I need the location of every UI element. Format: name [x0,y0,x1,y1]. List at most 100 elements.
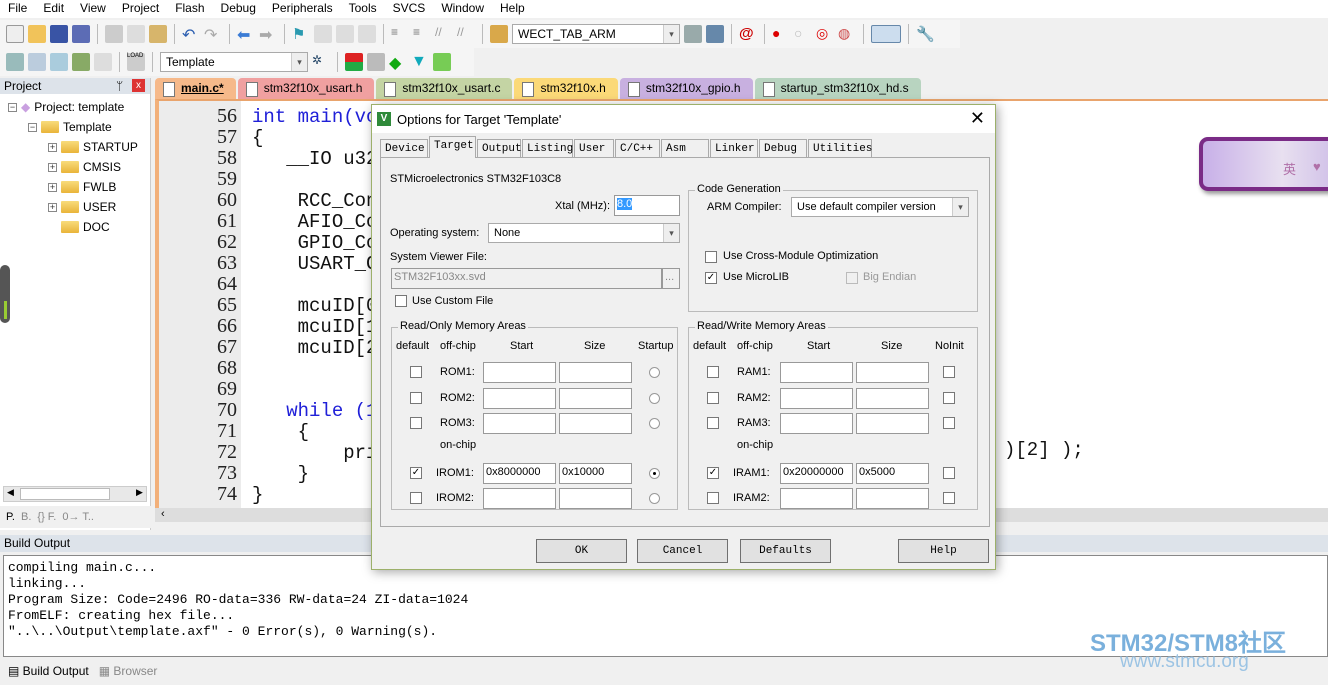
menu-debug[interactable]: Debug [213,0,264,18]
default-checkbox[interactable] [410,417,422,429]
default-checkbox[interactable] [707,492,719,504]
close-icon[interactable]: ✕ [970,108,985,129]
prev-bookmark-icon[interactable] [314,25,332,43]
start-input[interactable]: 0x8000000 [483,463,556,484]
tab-cc[interactable]: C/C++ [615,139,660,157]
start-input[interactable] [780,413,853,434]
chevron-down-icon[interactable]: ▾ [952,198,968,216]
big-endian-checkbox[interactable] [846,272,858,284]
startup-radio[interactable] [649,367,660,378]
tree-item-target[interactable]: − Template [28,120,112,134]
menu-edit[interactable]: Edit [35,0,72,18]
menu-peripherals[interactable]: Peripherals [264,0,341,18]
size-input[interactable] [559,488,632,509]
tab-books[interactable]: B. [21,511,31,523]
custom-file-checkbox[interactable] [395,295,407,307]
target-options-icon[interactable]: ✲ [312,53,330,71]
menu-file[interactable]: File [0,0,35,18]
menu-svcs[interactable]: SVCS [385,0,434,18]
expand-icon[interactable]: + [48,162,57,172]
find-combo[interactable]: WECT_TAB_ARM ▾ [512,24,680,44]
next-bookmark-icon[interactable] [336,25,354,43]
run-time-env-icon[interactable] [433,53,451,71]
tab-device[interactable]: Device [380,139,428,157]
default-checkbox[interactable]: ✓ [410,467,422,479]
manage-components-icon[interactable] [345,53,363,71]
chevron-down-icon[interactable]: ▾ [291,53,307,71]
tab-project[interactable]: P. [6,511,15,523]
default-checkbox[interactable]: ✓ [707,467,719,479]
build-icon[interactable] [28,53,46,71]
menu-window[interactable]: Window [433,0,492,18]
start-input[interactable] [483,388,556,409]
download-icon[interactable]: LOAD [127,53,145,71]
tab-linker[interactable]: Linker [710,139,758,157]
tree-item-group[interactable]: + USER [48,200,116,214]
save-icon[interactable] [50,25,68,43]
breakpoint-icon[interactable]: ● [772,25,790,43]
default-checkbox[interactable] [707,417,719,429]
scroll-left-icon[interactable]: ‹ [161,508,165,520]
help-button[interactable]: Help [898,539,989,563]
startup-radio[interactable] [649,468,660,479]
pack-installer-icon[interactable]: ◆ [389,53,407,72]
size-input[interactable]: 0x10000 [559,463,632,484]
kill-breakpoints-icon[interactable]: ◍ [838,25,856,43]
size-input[interactable] [856,388,929,409]
paste-icon[interactable] [149,25,167,43]
start-input[interactable] [483,413,556,434]
svf-browse-button[interactable]: ... [662,268,680,289]
defaults-button[interactable]: Defaults [740,539,831,563]
noinit-checkbox[interactable] [943,392,955,404]
size-input[interactable] [559,413,632,434]
stop-build-icon[interactable] [94,53,112,71]
start-input[interactable] [483,362,556,383]
ime-language-label[interactable]: 英 [1283,159,1296,178]
tab-user[interactable]: User [574,139,614,157]
tree-item-project-root[interactable]: − ◆ Project: template [8,100,124,114]
expand-icon[interactable]: + [48,182,57,192]
tree-item-group[interactable]: + CMSIS [48,160,121,174]
expand-icon[interactable]: + [48,142,57,152]
file-tab[interactable]: startup_stm32f10x_hd.s [754,78,921,99]
find-in-files-icon[interactable] [490,25,508,43]
forward-icon[interactable]: ➡ [259,25,277,44]
configure-icon[interactable]: 🔧 [916,25,935,43]
rebuild-icon[interactable] [50,53,68,71]
copy-icon[interactable] [127,25,145,43]
expand-icon[interactable]: + [48,202,57,212]
file-tab[interactable]: stm32f10x_usart.c [376,78,513,99]
tab-listing[interactable]: Listing [522,139,573,157]
collapse-icon[interactable]: − [8,102,17,112]
collapse-icon[interactable]: − [28,122,37,132]
start-input[interactable] [483,488,556,509]
noinit-checkbox[interactable] [943,417,955,429]
svf-input[interactable]: STM32F103xx.svd [391,268,662,289]
size-input[interactable] [856,362,929,383]
noinit-checkbox[interactable] [943,366,955,378]
menu-help[interactable]: Help [492,0,533,18]
start-input[interactable] [780,388,853,409]
undo-icon[interactable]: ↶ [182,25,200,44]
menu-tools[interactable]: Tools [341,0,385,18]
start-input[interactable] [780,362,853,383]
open-icon[interactable] [28,25,46,43]
size-input[interactable] [856,488,929,509]
tab-utilities[interactable]: Utilities [808,139,872,157]
manage-project-icon[interactable] [367,53,385,71]
tab-browser[interactable]: ▦ Browser [99,664,158,678]
incremental-find-icon[interactable] [706,25,724,43]
start-input[interactable] [780,488,853,509]
menu-flash[interactable]: Flash [167,0,212,18]
back-icon[interactable]: ⬅ [237,25,255,44]
disable-breakpoint-icon[interactable]: ○ [794,25,812,43]
tab-functions[interactable]: {} F. [37,511,56,523]
save-all-icon[interactable] [72,25,90,43]
tab-target[interactable]: Target [429,136,476,158]
ok-button[interactable]: OK [536,539,627,563]
size-input[interactable] [559,362,632,383]
menu-project[interactable]: Project [114,0,167,18]
window-layout-icon[interactable] [871,25,901,43]
startup-radio[interactable] [649,493,660,504]
uncomment-icon[interactable]: // [457,25,475,43]
